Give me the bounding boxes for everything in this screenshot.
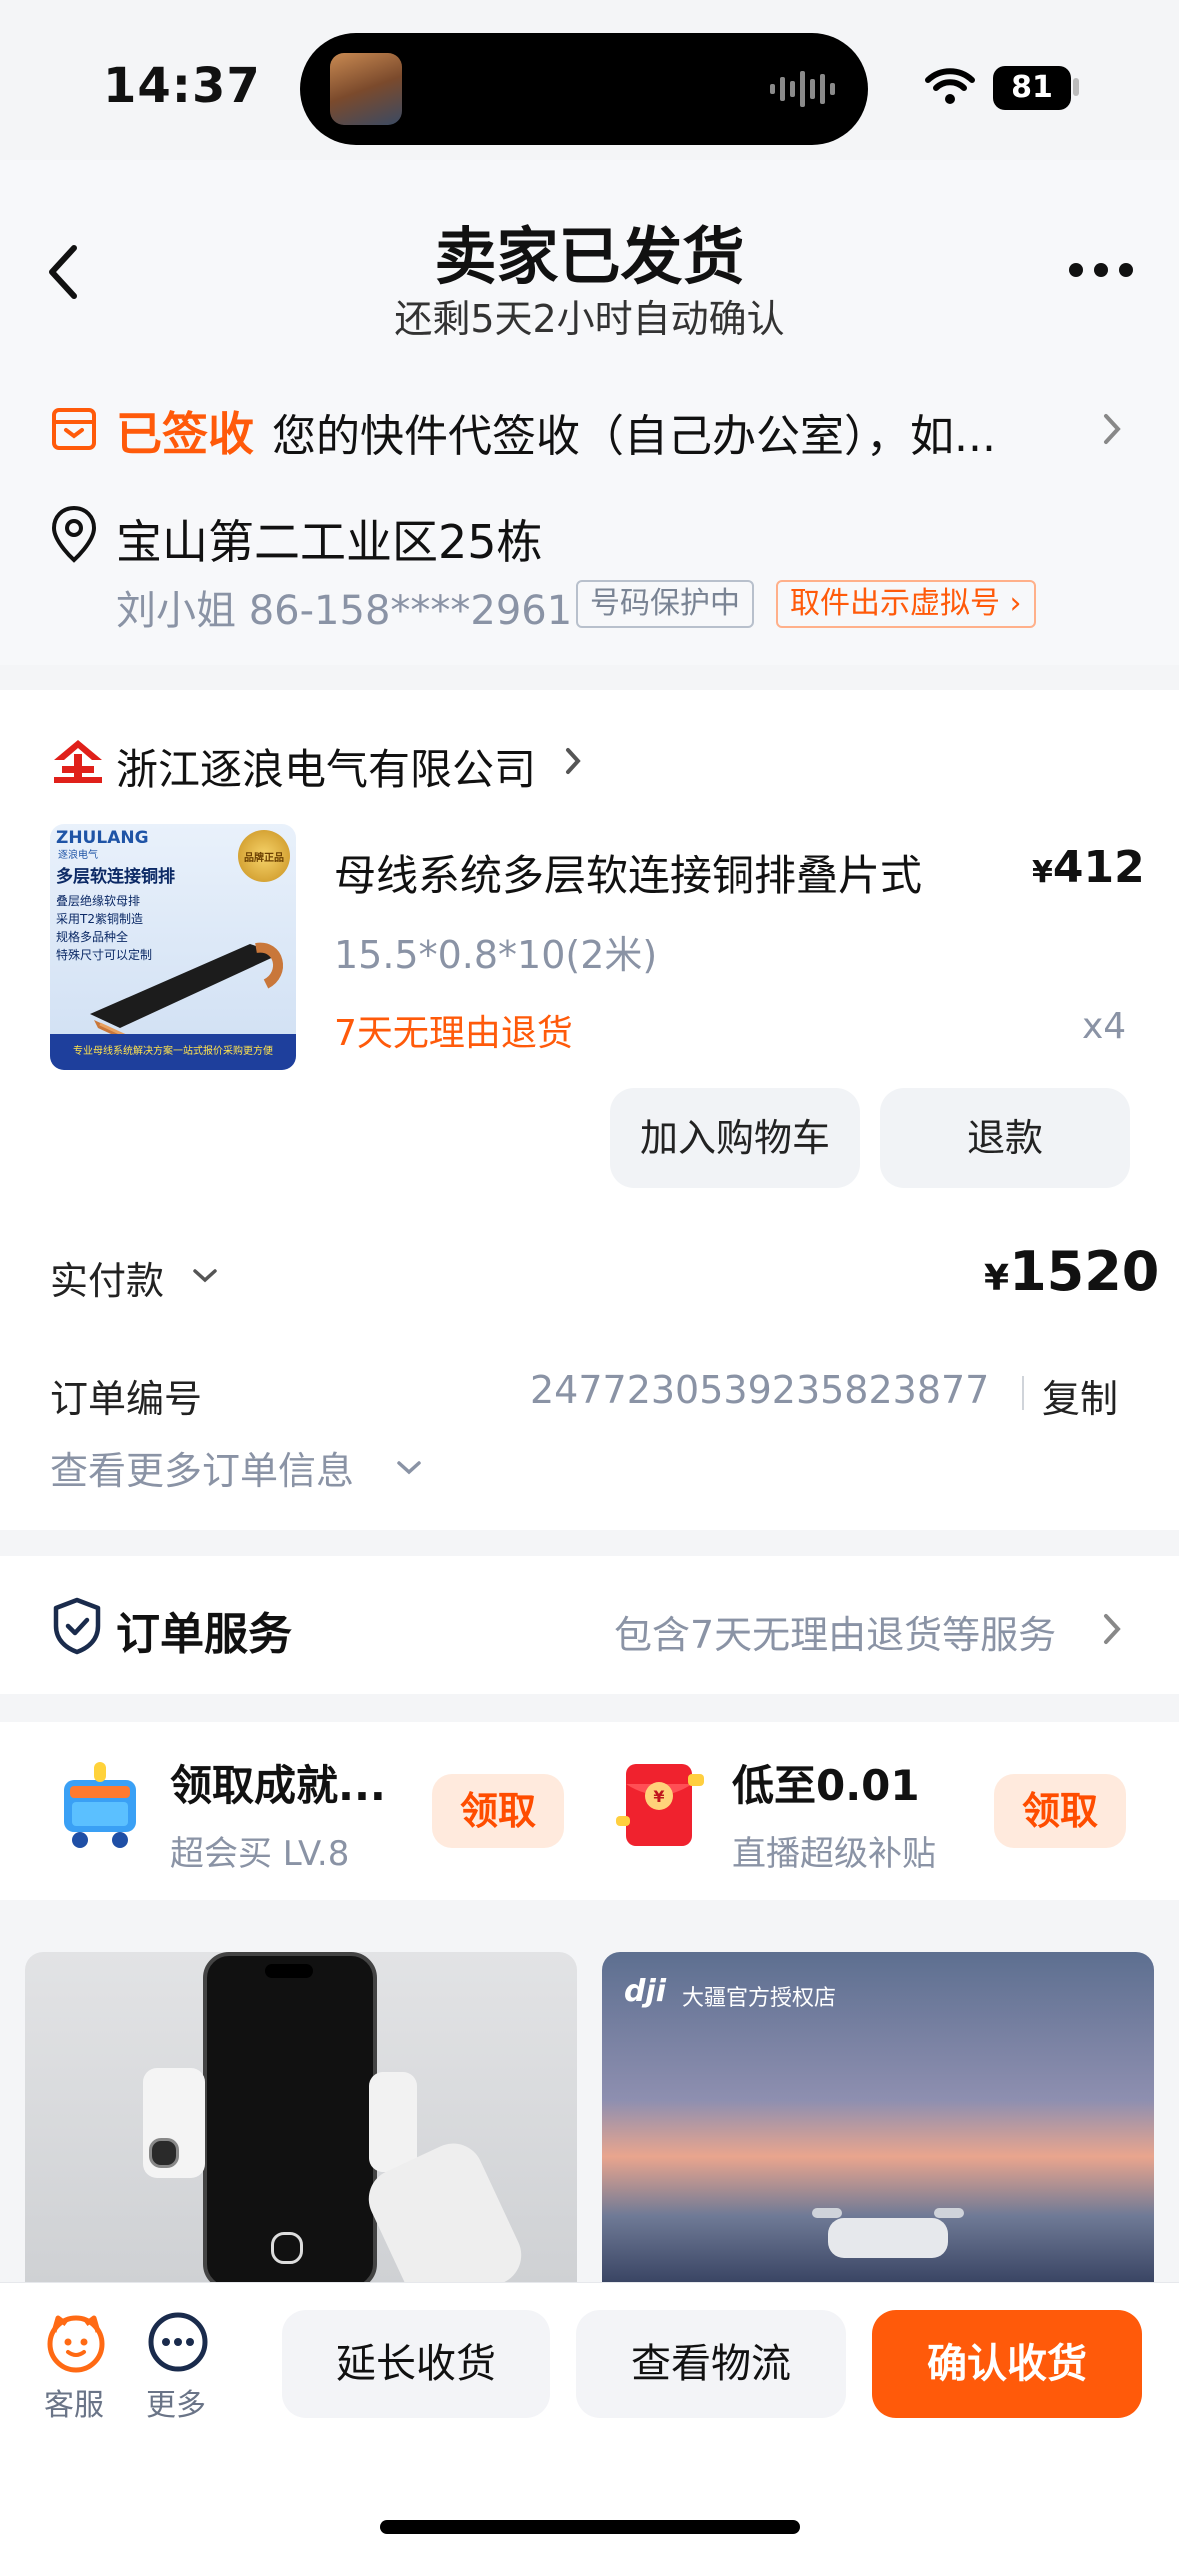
auto-confirm-countdown: 还剩5天2小时自动确认: [394, 297, 785, 341]
claim-button[interactable]: 领取: [994, 1774, 1126, 1848]
view-logistics-button[interactable]: 查看物流: [576, 2310, 846, 2418]
chevron-right-icon: [1104, 414, 1121, 444]
more-options-icon[interactable]: [1068, 262, 1134, 278]
chevron-right-icon: [1104, 1614, 1121, 1644]
extend-receipt-button[interactable]: 延长收货: [282, 2310, 550, 2418]
product-title[interactable]: 母线系统多层软连接铜排叠片式: [334, 842, 922, 903]
more-icon[interactable]: [146, 2310, 210, 2374]
phone-notch: [265, 1964, 313, 1978]
red-envelope-icon: ¥: [612, 1754, 712, 1854]
gimbal-arm: [369, 2072, 417, 2172]
chevron-down-icon[interactable]: [396, 1460, 422, 1476]
package-icon: [52, 408, 96, 450]
order-number-label: 订单编号: [50, 1377, 203, 1421]
wifi-icon: [925, 68, 975, 104]
battery-indicator: 81: [993, 66, 1071, 110]
product-quantity: x4: [1082, 1006, 1127, 1047]
drone-propeller: [934, 2208, 964, 2218]
order-number: 2477230539235823877: [530, 1368, 990, 1412]
return-policy: 7天无理由退货: [334, 1013, 573, 1054]
status-time: 14:37: [103, 58, 261, 114]
ad-card-phone-gimbal[interactable]: [25, 1952, 577, 2282]
recipient-contact: 刘小姐 86-158****2961: [116, 588, 573, 634]
enterprise-store-icon: [54, 740, 102, 783]
payment-label[interactable]: 实付款: [50, 1250, 164, 1305]
order-service-label: 订单服务: [116, 1609, 292, 1660]
product-image-feature: 叠层绝缘软母排: [56, 894, 141, 908]
dji-logo-icon: dji: [624, 1974, 667, 2009]
signed-tag: 已签收: [116, 407, 254, 461]
product-image-brand-sub: 逐浪电气: [58, 850, 98, 861]
quality-badge: 品牌正品: [238, 830, 290, 882]
notice-text: 您的快件代签收（自己办公室），如...: [272, 411, 996, 462]
gimbal-light-icon: [149, 2138, 179, 2168]
price-value: 412: [1052, 842, 1145, 893]
copy-order-number-button[interactable]: 复制: [1042, 1368, 1118, 1423]
dji-store-caption: 大疆官方授权店: [682, 1986, 837, 2011]
drone-propeller: [812, 2208, 842, 2218]
page-title: 卖家已发货: [434, 220, 745, 293]
more-order-info[interactable]: 查看更多订单信息: [50, 1440, 354, 1495]
order-service-desc: 包含7天无理由退货等服务: [614, 1613, 1057, 1657]
location-pin-icon: [51, 505, 97, 563]
promo-subtitle: 超会买 LV.8: [170, 1834, 350, 1874]
more-label[interactable]: 更多: [146, 2380, 206, 2424]
drone-illustration: [828, 2218, 948, 2258]
price-currency-symbol: ¥: [1032, 855, 1053, 890]
product-spec: 15.5*0.8*10(2米): [334, 933, 658, 977]
store-name[interactable]: 浙江逐浪电气有限公司: [116, 736, 536, 797]
confirm-receipt-button[interactable]: 确认收货: [872, 2310, 1142, 2418]
product-image-brand: ZHULANG: [56, 828, 149, 848]
svg-text:¥: ¥: [653, 1787, 664, 1806]
virtual-number-button[interactable]: 取件出示虚拟号 ›: [776, 580, 1036, 628]
shield-check-icon: [53, 1597, 101, 1655]
payment-currency-symbol: ¥: [984, 1258, 1010, 1299]
copper-busbar-illustration: [90, 942, 283, 1040]
add-to-cart-button[interactable]: 加入购物车: [610, 1088, 860, 1188]
ad-card-dji-drone[interactable]: dji 大疆官方授权店: [602, 1952, 1154, 2282]
cart-rocket-icon: [50, 1754, 150, 1854]
phone-illustration: [203, 1952, 377, 2282]
delivery-notice[interactable]: 已签收 您的快件代签收（自己办公室），如...: [0, 390, 1179, 470]
battery-cap: [1073, 78, 1079, 96]
customer-service-label[interactable]: 客服: [44, 2380, 104, 2424]
quality-badge-text: 品牌正品: [244, 853, 284, 864]
product-image-banner-text: 专业母线系统解决方案一站式报价采购更方便: [73, 1046, 273, 1057]
home-indicator: [380, 2520, 800, 2534]
audio-wave-icon: [770, 71, 835, 107]
camera-shutter-icon: [271, 2232, 303, 2264]
delivery-address: 宝山第二工业区25栋: [116, 515, 543, 569]
payment-amount: ¥1520: [984, 1240, 1159, 1303]
now-playing-thumbnail: [330, 53, 402, 125]
dynamic-island: [300, 33, 868, 145]
number-protection-badge: 号码保护中: [576, 580, 754, 628]
promo-subtitle: 直播超级补贴: [732, 1834, 936, 1874]
product-price: ¥412: [1032, 842, 1145, 893]
divider: [1022, 1376, 1024, 1410]
promo-title: 领取成就...: [170, 1761, 386, 1810]
payment-value: 1520: [1009, 1240, 1160, 1303]
claim-button[interactable]: 领取: [432, 1774, 564, 1848]
refund-button[interactable]: 退款: [880, 1088, 1130, 1188]
chevron-right-icon: [566, 748, 581, 774]
product-image[interactable]: ZHULANG 逐浪电气 多层软连接铜排 叠层绝缘软母排 采用T2紫铜制造 规格…: [50, 824, 296, 1070]
customer-service-icon[interactable]: [44, 2310, 108, 2374]
chevron-down-icon[interactable]: [192, 1268, 218, 1284]
product-image-heading: 多层软连接铜排: [56, 867, 175, 887]
product-image-banner: 专业母线系统解决方案一站式报价采购更方便: [50, 1034, 296, 1070]
promo-title: 低至0.01: [732, 1761, 920, 1810]
